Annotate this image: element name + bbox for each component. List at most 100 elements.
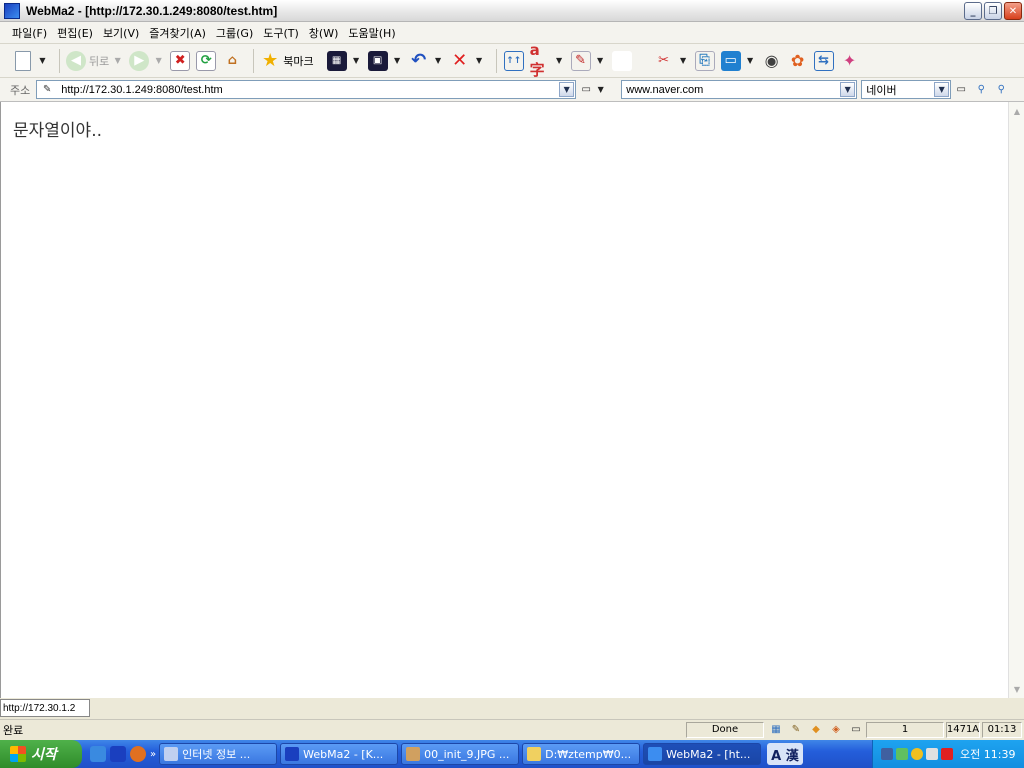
home-button[interactable]: ⌂ xyxy=(221,48,243,74)
scroll-down-icon[interactable]: ▼ xyxy=(1010,682,1024,696)
page-text: 문자열이야.. xyxy=(13,121,103,141)
security-icon[interactable] xyxy=(941,748,953,760)
toolbar-separator xyxy=(495,48,497,73)
new-page-button[interactable] xyxy=(12,48,34,74)
menu-tools[interactable]: 도구(T) xyxy=(263,25,299,41)
task-button-folder[interactable]: D:₩ztemp₩0... xyxy=(522,743,641,765)
link-preview: http://172.30.1.2 xyxy=(0,699,90,717)
edit-button[interactable]: ✎ xyxy=(570,48,592,74)
firefox-icon[interactable] xyxy=(130,746,146,762)
blank-button[interactable] xyxy=(611,48,633,74)
go-icon[interactable]: ▭ xyxy=(579,84,593,96)
status-text: 완료 xyxy=(3,723,24,737)
screen-capture-button[interactable]: ▭ xyxy=(720,48,742,74)
task-button-webma-k[interactable]: WebMa2 - [K... xyxy=(280,743,399,765)
task-button-image[interactable]: 00_init_9.JPG ... xyxy=(401,743,520,765)
edit-dropdown-icon[interactable]: ▼ xyxy=(596,56,605,65)
task-button-webma-active[interactable]: WebMa2 - [ht... xyxy=(643,743,762,765)
undo-button[interactable]: ↶ xyxy=(408,48,430,74)
clear-icon: ✂ xyxy=(658,53,670,68)
stop-button[interactable]: ✖ xyxy=(169,48,191,74)
messenger-button[interactable]: ✿ xyxy=(787,48,809,74)
start-button[interactable]: 시작 xyxy=(0,740,82,768)
close-button[interactable]: ✕ xyxy=(1004,2,1022,20)
address-input[interactable]: ✎ http://172.30.1.249:8080/test.htm ▼ xyxy=(36,80,577,99)
ie-icon[interactable] xyxy=(90,746,106,762)
menu-window[interactable]: 창(W) xyxy=(309,25,339,41)
page-tool-button[interactable]: ⎘ xyxy=(694,48,716,74)
bookmark-button[interactable]: ★ 북마크 xyxy=(260,48,313,74)
quick-launch-more-icon[interactable]: » xyxy=(150,749,156,760)
pen-tray-icon[interactable] xyxy=(896,748,908,760)
status-time: 01:13 xyxy=(982,721,1022,738)
undo-dropdown-icon[interactable]: ▼ xyxy=(434,56,443,65)
screen-capture-dropdown-icon[interactable]: ▼ xyxy=(746,56,755,65)
tile-button[interactable]: ↑↑ xyxy=(503,48,525,74)
media-button[interactable]: ◉ xyxy=(761,48,783,74)
forward-button[interactable]: ▶ xyxy=(128,48,150,74)
back-button-label: 뒤로 xyxy=(89,54,110,68)
translate-dropdown-icon[interactable]: ▼ xyxy=(555,56,564,65)
minimize-button[interactable]: _ xyxy=(964,2,982,20)
network-icon[interactable] xyxy=(881,748,893,760)
folder-icon xyxy=(527,747,542,761)
translate-button[interactable]: a字 xyxy=(529,41,551,79)
menu-help[interactable]: 도움말(H) xyxy=(348,25,395,41)
menu-file[interactable]: 파일(F) xyxy=(12,25,47,41)
webma-app-icon[interactable] xyxy=(4,2,20,19)
stop-icon: ✖ xyxy=(170,50,191,71)
ime-indicator[interactable]: A 漢 xyxy=(767,743,803,765)
advanced-search-icon[interactable]: ⚲ xyxy=(994,84,1008,96)
tools-button[interactable]: ✦ xyxy=(839,48,861,74)
webma-quicklaunch-icon[interactable] xyxy=(110,746,126,762)
keyboard-icon[interactable]: ▭ xyxy=(954,84,968,96)
search-engine-dropdown-icon[interactable]: ▼ xyxy=(934,82,950,97)
clear-button[interactable]: ✂ xyxy=(653,48,675,74)
refresh-button[interactable]: ⟳ xyxy=(195,48,217,74)
status-size: 1471A xyxy=(946,721,980,738)
undo-icon: ↶ xyxy=(411,50,427,71)
butterfly-icon: ✿ xyxy=(790,51,805,70)
window-list-dropdown-icon[interactable]: ▼ xyxy=(393,56,402,65)
address-dropdown-icon[interactable]: ▼ xyxy=(559,82,575,97)
search-site-dropdown-icon[interactable]: ▼ xyxy=(840,82,856,97)
grid-dropdown-icon[interactable]: ▼ xyxy=(352,56,361,65)
system-tray: 오전 11:39 xyxy=(872,740,1024,768)
back-dropdown-icon[interactable]: ▼ xyxy=(113,56,122,65)
menu-group[interactable]: 그룹(G) xyxy=(216,25,253,41)
window-list-icon: ▣ xyxy=(367,50,388,71)
status-shield-icon[interactable]: ◈ xyxy=(829,724,843,736)
tile-icon: ↑↑ xyxy=(503,50,524,71)
back-arrow-icon: ◀ xyxy=(66,50,86,71)
sidebar-button[interactable]: ⇆ xyxy=(813,48,835,74)
clear-dropdown-icon[interactable]: ▼ xyxy=(679,56,688,65)
messenger-tray-icon[interactable] xyxy=(911,748,923,760)
status-window-icon[interactable]: ▭ xyxy=(849,724,863,736)
scroll-up-icon[interactable]: ▲ xyxy=(1010,104,1024,118)
go-dropdown-icon[interactable]: ▼ xyxy=(596,85,605,94)
forward-arrow-icon: ▶ xyxy=(129,50,150,71)
menu-favorites[interactable]: 즐겨찾기(A) xyxy=(149,25,206,41)
task-button-ie-info[interactable]: 인터넷 정보 ... xyxy=(159,743,278,765)
search-icon[interactable]: ⚲ xyxy=(974,84,988,96)
back-button[interactable]: ◀ 뒤로 xyxy=(66,48,109,74)
search-site-input[interactable]: www.naver.com ▼ xyxy=(621,80,858,99)
status-pen-icon[interactable]: ✎ xyxy=(789,724,803,736)
new-page-dropdown-icon[interactable]: ▼ xyxy=(38,56,47,65)
status-bar: 완료 Done ▦ ✎ ◆ ◈ ▭ 1 1471A 01:13 xyxy=(0,719,1024,739)
title-bar: WebMa2 - [http://172.30.1.249:8080/test.… xyxy=(0,0,1024,22)
vertical-scrollbar[interactable]: ▲ ▼ xyxy=(1008,102,1024,698)
status-grid-icon[interactable]: ▦ xyxy=(769,724,783,736)
search-engine-select[interactable]: 네이버 ▼ xyxy=(861,80,952,99)
menu-view[interactable]: 보기(V) xyxy=(103,25,139,41)
window-list-button[interactable]: ▣ xyxy=(367,48,389,74)
close-tab-dropdown-icon[interactable]: ▼ xyxy=(475,56,484,65)
volume-icon[interactable] xyxy=(926,748,938,760)
forward-dropdown-icon[interactable]: ▼ xyxy=(154,56,163,65)
menu-edit[interactable]: 편집(E) xyxy=(57,25,93,41)
close-tab-button[interactable]: ✕ xyxy=(449,48,471,74)
status-box-icon[interactable]: ◆ xyxy=(809,724,823,736)
restore-button[interactable]: ❐ xyxy=(984,2,1002,20)
grid-view-button[interactable]: ▦ xyxy=(326,48,348,74)
webma-task-icon xyxy=(648,747,663,761)
